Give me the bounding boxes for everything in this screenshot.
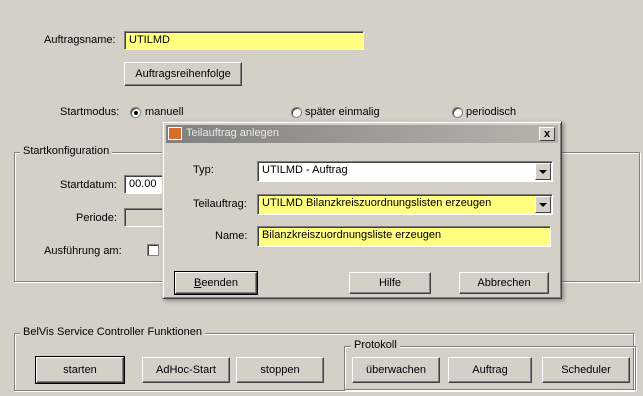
auftrag-button[interactable]: Auftrag <box>448 357 532 383</box>
stoppen-button[interactable]: stoppen <box>236 357 324 383</box>
ueberwachen-button[interactable]: überwachen <box>352 357 440 383</box>
startmodus-periodisch-radio[interactable] <box>452 107 463 118</box>
adhoc-start-button[interactable]: AdHoc-Start <box>142 357 230 383</box>
typ-select-value: UTILMD - Auftrag <box>262 164 348 176</box>
teilauftrag-dialog: Teilauftrag anlegen x Typ: UTILMD - Auft… <box>162 121 562 299</box>
name-label: Name: <box>215 230 248 242</box>
scheduler-button[interactable]: Scheduler <box>542 357 630 383</box>
teilauftrag-select-value: UTILMD Bilanzkreiszuordnungslisten erzeu… <box>262 197 492 209</box>
app-icon <box>168 127 182 140</box>
auftragsname-input[interactable]: UTILMD <box>124 31 364 50</box>
ausfuehrung-label: Ausführung am: <box>44 245 122 257</box>
abbrechen-button[interactable]: Abbrechen <box>459 272 549 294</box>
hilfe-button[interactable]: Hilfe <box>349 272 431 294</box>
beenden-label: eenden <box>201 277 239 289</box>
startmodus-periodisch-label: periodisch <box>466 106 517 118</box>
beenden-button[interactable]: Beenden <box>174 271 258 295</box>
teilauftrag-select[interactable]: UTILMD Bilanzkreiszuordnungslisten erzeu… <box>257 194 553 215</box>
startkonfiguration-title: Startkonfiguration <box>20 145 113 157</box>
startdatum-label: Startdatum: <box>60 179 117 191</box>
close-icon[interactable]: x <box>539 127 555 141</box>
auftragsreihenfolge-button[interactable]: Auftragsreihenfolge <box>124 62 242 86</box>
starten-button[interactable]: starten <box>35 356 125 384</box>
beenden-accesskey: B <box>193 277 202 289</box>
protokoll-title: Protokoll <box>351 339 400 351</box>
startmodus-manuell-radio[interactable] <box>130 107 141 118</box>
dialog-titlebar[interactable]: Teilauftrag anlegen x <box>166 125 558 143</box>
startmodus-spaeter-radio[interactable] <box>291 107 302 118</box>
startmodus-spaeter-label: später einmalig <box>305 106 380 118</box>
dialog-title: Teilauftrag anlegen <box>186 127 279 139</box>
chevron-down-icon[interactable] <box>535 163 551 180</box>
startmodus-manuell-label: manuell <box>145 106 184 118</box>
auftragsname-label: Auftragsname: <box>44 34 116 46</box>
teilauftrag-label: Teilauftrag: <box>193 198 247 210</box>
chevron-down-icon[interactable] <box>535 196 551 213</box>
controller-title: BelVis Service Controller Funktionen <box>20 326 205 338</box>
typ-label: Typ: <box>193 164 214 176</box>
startmodus-label: Startmodus: <box>60 106 120 118</box>
periode-label: Periode: <box>76 212 117 224</box>
name-input[interactable]: Bilanzkreiszuordnungsliste erzeugen <box>257 226 551 247</box>
typ-select[interactable]: UTILMD - Auftrag <box>257 161 553 182</box>
ausfuehrung-checkbox[interactable] <box>147 244 159 256</box>
